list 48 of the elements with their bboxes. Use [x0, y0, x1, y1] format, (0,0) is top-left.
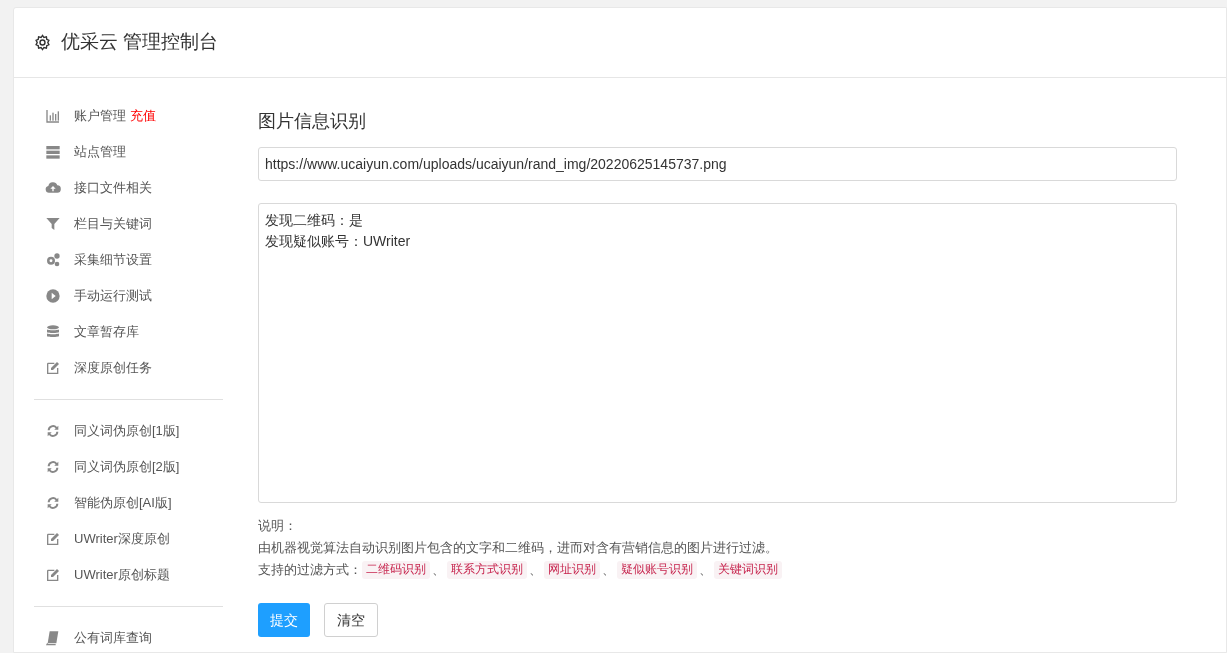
play-icon — [45, 288, 61, 304]
server-icon — [45, 144, 61, 160]
section-title: 图片信息识别 — [258, 110, 367, 133]
edit-icon — [45, 360, 61, 376]
chart-icon — [45, 108, 61, 124]
result-line: 发现疑似账号：UWriter — [265, 232, 411, 251]
sidebar-item[interactable]: 站点管理 — [45, 142, 126, 162]
refresh-icon — [45, 423, 61, 439]
filter-tag: 网址识别 — [544, 561, 600, 579]
sidebar-item[interactable]: 文章暂存库 — [45, 322, 139, 342]
console-title: 优采云 管理控制台 — [61, 30, 219, 55]
filter-tag: 联系方式识别 — [447, 561, 527, 579]
sidebar-item[interactable]: 采集细节设置 — [45, 250, 152, 270]
url-field[interactable]: https://www.ucaiyun.com/uploads/ucaiyun/rand_img/20220625145737.png — [258, 147, 1177, 181]
notes-heading: 说明： — [258, 517, 297, 535]
cloud-icon — [45, 180, 61, 196]
separator: 、 — [528, 561, 543, 579]
sidebar-item[interactable]: UWriter原创标题 — [45, 565, 170, 585]
refresh-icon — [45, 459, 61, 475]
filter-tag: 疑似账号识别 — [617, 561, 697, 579]
separator: 、 — [601, 561, 616, 579]
filter-icon — [45, 216, 61, 232]
clear-button[interactable]: 清空 — [324, 603, 378, 637]
sidebar-item[interactable]: 公有词库查询 — [45, 628, 152, 648]
separator: 、 — [431, 561, 446, 579]
edit-icon — [45, 567, 61, 583]
refresh-icon — [45, 495, 61, 511]
notes-description: 由机器视觉算法自动识别图片包含的文字和二维码，进而对含有营销信息的图片进行过滤。 — [258, 539, 778, 557]
sidebar-item[interactable]: 手动运行测试 — [45, 286, 152, 306]
recharge-link[interactable]: 充值 — [130, 106, 156, 126]
sidebar-item[interactable]: 账户管理 — [45, 106, 126, 126]
result-line: 发现二维码：是 — [265, 211, 363, 230]
sidebar-item[interactable]: 智能伪原创[AI版] — [45, 493, 172, 513]
filters-label: 支持的过滤方式： — [258, 561, 362, 579]
sidebar-item[interactable]: 接口文件相关 — [45, 178, 152, 198]
separator: 、 — [698, 561, 713, 579]
filter-tag: 关键词识别 — [714, 561, 782, 579]
result-box[interactable]: 发现二维码：是 发现疑似账号：UWriter — [258, 203, 1177, 503]
edit-icon — [45, 531, 61, 547]
settings-icon — [34, 34, 51, 51]
filter-tag: 二维码识别 — [362, 561, 430, 579]
sidebar-item[interactable]: 同义词伪原创[1版] — [45, 421, 180, 441]
book-icon — [45, 630, 61, 646]
sidebar-item[interactable]: 深度原创任务 — [45, 358, 152, 378]
sidebar-item[interactable]: UWriter深度原创 — [45, 529, 170, 549]
sidebar-item[interactable]: 同义词伪原创[2版] — [45, 457, 180, 477]
database-icon — [45, 324, 61, 340]
sidebar-item[interactable]: 栏目与关键词 — [45, 214, 152, 234]
